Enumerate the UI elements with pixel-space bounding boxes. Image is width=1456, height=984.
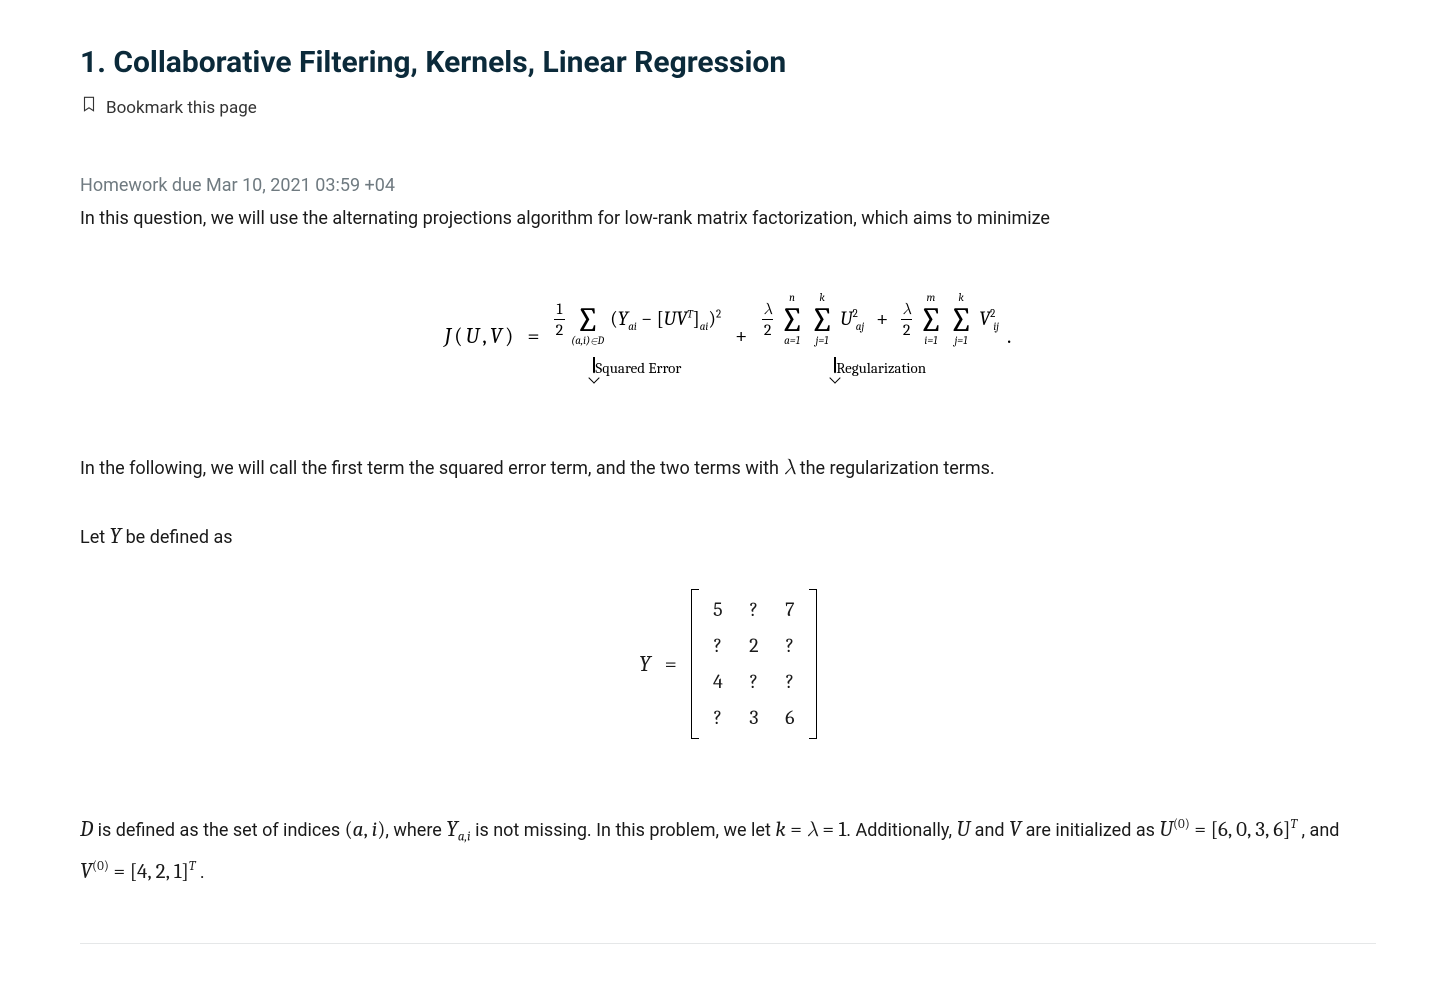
squared-error-group: 1 2 ∑ (a,i)∈D (Yai − [UVT]ai)2 Squared E…: [554, 292, 722, 382]
underbrace-squared-error: Squared Error: [595, 359, 681, 377]
regularization-group: λ 2 n ∑ a=1 k ∑ j=1 U2aj + λ: [761, 292, 999, 382]
bookmark-icon: [80, 95, 98, 122]
bookmark-label: Bookmark this page: [106, 96, 257, 122]
term-naming-paragraph: In the following, we will call the first…: [80, 451, 1376, 484]
let-y-paragraph: Let Y be defined as: [80, 520, 1376, 553]
underbrace-regularization: Regularization: [836, 359, 926, 377]
bookmark-button[interactable]: Bookmark this page: [80, 95, 1376, 122]
section-divider: [80, 943, 1376, 944]
intro-text: In this question, we will use the altern…: [80, 205, 1376, 232]
definitions-paragraph: D is defined as the set of indices (a, i…: [80, 809, 1376, 893]
due-date-line: Homework due Mar 10, 2021 03:59 +04: [80, 172, 1376, 199]
page-title: 1. Collaborative Filtering, Kernels, Lin…: [80, 40, 1376, 85]
objective-equation: J ( U , V ) = 1 2 ∑ (a,i)∈D (Yai − [: [80, 292, 1376, 382]
matrix-y: Y = 5?7 ?2? 4?? ?36: [80, 589, 1376, 739]
